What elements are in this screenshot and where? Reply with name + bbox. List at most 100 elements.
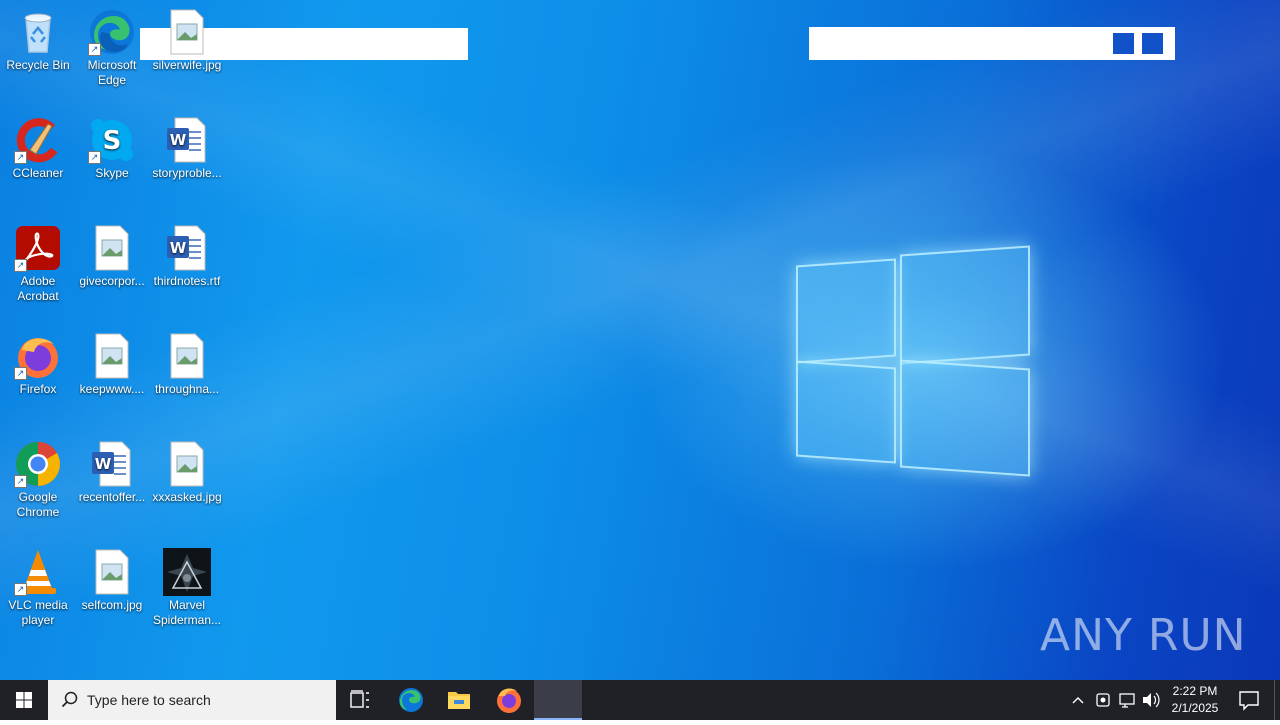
icon-label: storyproble... — [152, 166, 222, 180]
icon-label: CCleaner — [12, 166, 64, 180]
desktop-icon-xxxasked[interactable]: xxxasked.jpg — [149, 440, 225, 505]
image-file-icon — [163, 8, 211, 56]
meet-icon — [1096, 693, 1110, 707]
icon-label: silverwife.jpg — [152, 58, 222, 72]
skype-icon: S ↗ — [88, 116, 136, 164]
chrome-icon: ↗ — [14, 440, 62, 488]
icon-label: thirdnotes.rtf — [153, 274, 221, 288]
tray-volume-button[interactable] — [1140, 680, 1162, 720]
clock-date: 2/1/2025 — [1171, 701, 1219, 715]
watermark-text: ANY RUN — [1040, 610, 1247, 661]
desktop-icon-chrome[interactable]: ↗ Google Chrome — [0, 440, 76, 520]
show-hidden-icons-button[interactable] — [1068, 680, 1088, 720]
desktop: Recycle Bin ↗ CCleaner ↗ Adobe Acrobat ↗… — [0, 0, 1280, 680]
desktop-icon-skype[interactable]: S ↗ Skype — [74, 116, 150, 181]
icon-label: throughna... — [154, 382, 220, 396]
icon-label: givecorpor... — [79, 274, 145, 288]
shortcut-arrow-icon: ↗ — [14, 259, 27, 272]
icon-label: selfcom.jpg — [81, 598, 143, 612]
chevron-up-icon — [1072, 697, 1084, 704]
shortcut-arrow-icon: ↗ — [14, 367, 27, 380]
icon-label: recentoffer... — [78, 490, 146, 504]
icon-label: Marvel Spiderman... — [152, 598, 222, 627]
marvel-thumbnail-icon — [163, 548, 211, 596]
blue-square-2 — [1142, 33, 1163, 54]
tray-network-button[interactable] — [1116, 680, 1138, 720]
ccleaner-icon: ↗ — [14, 116, 62, 164]
icon-label: keepwww.... — [79, 382, 145, 396]
icon-label: VLC media player — [8, 598, 68, 627]
edge-icon — [399, 688, 423, 712]
desktop-icon-keepwww[interactable]: keepwww.... — [74, 332, 150, 397]
image-file-icon — [88, 548, 136, 596]
desktop-icon-acrobat[interactable]: ↗ Adobe Acrobat — [0, 224, 76, 304]
image-file-icon — [88, 224, 136, 272]
task-view-button[interactable] — [336, 680, 384, 720]
taskbar-file-explorer-button[interactable] — [435, 680, 483, 720]
desktop-icon-ccleaner[interactable]: ↗ CCleaner — [0, 116, 76, 181]
task-view-icon — [350, 690, 369, 708]
icon-label: xxxasked.jpg — [152, 490, 222, 504]
desktop-icon-recentoffer[interactable]: W recentoffer... — [74, 440, 150, 505]
blue-square-1 — [1113, 33, 1134, 54]
desktop-icon-marvel-spiderman[interactable]: Marvel Spiderman... — [149, 548, 225, 628]
firefox-icon — [497, 688, 521, 713]
recycle-bin-icon — [14, 8, 62, 56]
shortcut-arrow-icon: ↗ — [88, 151, 101, 164]
edge-icon: ↗ — [88, 8, 136, 56]
windows-start-icon — [16, 692, 32, 708]
tray-meet-button[interactable] — [1092, 680, 1114, 720]
svg-text:W: W — [95, 455, 112, 473]
desktop-icon-recycle-bin[interactable]: Recycle Bin — [0, 8, 76, 73]
icon-label: Recycle Bin — [6, 58, 70, 72]
search-placeholder: Type here to search — [87, 692, 211, 708]
icon-label: Microsoft Edge — [87, 58, 137, 87]
vlc-icon: ↗ — [14, 548, 62, 596]
desktop-icon-throughna[interactable]: throughna... — [149, 332, 225, 397]
shortcut-arrow-icon: ↗ — [88, 43, 101, 56]
windows-logo-wallpaper — [790, 240, 1040, 485]
shortcut-arrow-icon: ↗ — [14, 475, 27, 488]
desktop-icon-firefox[interactable]: ↗ Firefox — [0, 332, 76, 397]
image-file-icon — [88, 332, 136, 380]
start-button[interactable] — [0, 680, 48, 720]
taskbar-active-app-button[interactable] — [534, 680, 582, 720]
acrobat-icon: ↗ — [14, 224, 62, 272]
icon-label: Google Chrome — [16, 490, 60, 519]
icon-label: Adobe Acrobat — [17, 274, 59, 303]
taskbar-search-box[interactable]: Type here to search — [48, 680, 336, 720]
desktop-icon-selfcom[interactable]: selfcom.jpg — [74, 548, 150, 613]
desktop-icon-vlc[interactable]: ↗ VLC media player — [0, 548, 76, 628]
svg-text:S: S — [103, 126, 122, 156]
firefox-icon: ↗ — [14, 332, 62, 380]
word-doc-icon: W — [88, 440, 136, 488]
desktop-icon-storyproble[interactable]: W storyproble... — [149, 116, 225, 181]
taskbar: Type here to search 2:22 PM 2/1/2025 — [0, 680, 1280, 720]
shortcut-arrow-icon: ↗ — [14, 583, 27, 596]
desktop-icon-thirdnotes[interactable]: W thirdnotes.rtf — [149, 224, 225, 289]
taskbar-clock[interactable]: 2:22 PM 2/1/2025 — [1166, 683, 1224, 717]
image-file-icon — [163, 440, 211, 488]
taskbar-firefox-button[interactable] — [485, 680, 533, 720]
desktop-icon-edge[interactable]: ↗ Microsoft Edge — [74, 8, 150, 88]
svg-text:W: W — [170, 131, 187, 149]
image-file-icon — [163, 332, 211, 380]
network-icon — [1119, 693, 1135, 708]
show-desktop-button[interactable] — [1274, 680, 1280, 720]
shortcut-arrow-icon: ↗ — [14, 151, 27, 164]
notification-icon — [1239, 691, 1259, 711]
icon-label: Firefox — [19, 382, 57, 396]
svg-text:W: W — [170, 239, 187, 257]
anyrun-watermark: ANY RUN — [1040, 610, 1247, 661]
word-doc-icon: W — [163, 224, 211, 272]
taskbar-edge-button[interactable] — [387, 680, 435, 720]
redacted-bar-right — [809, 27, 1175, 60]
word-doc-icon: W — [163, 116, 211, 164]
desktop-icon-givecorpor[interactable]: givecorpor... — [74, 224, 150, 289]
search-icon — [61, 691, 78, 708]
notification-center-button[interactable] — [1232, 680, 1266, 720]
icon-label: Skype — [95, 166, 129, 180]
file-explorer-icon — [448, 692, 470, 709]
volume-icon — [1143, 692, 1160, 708]
desktop-icon-silverwife[interactable]: silverwife.jpg — [149, 8, 225, 73]
